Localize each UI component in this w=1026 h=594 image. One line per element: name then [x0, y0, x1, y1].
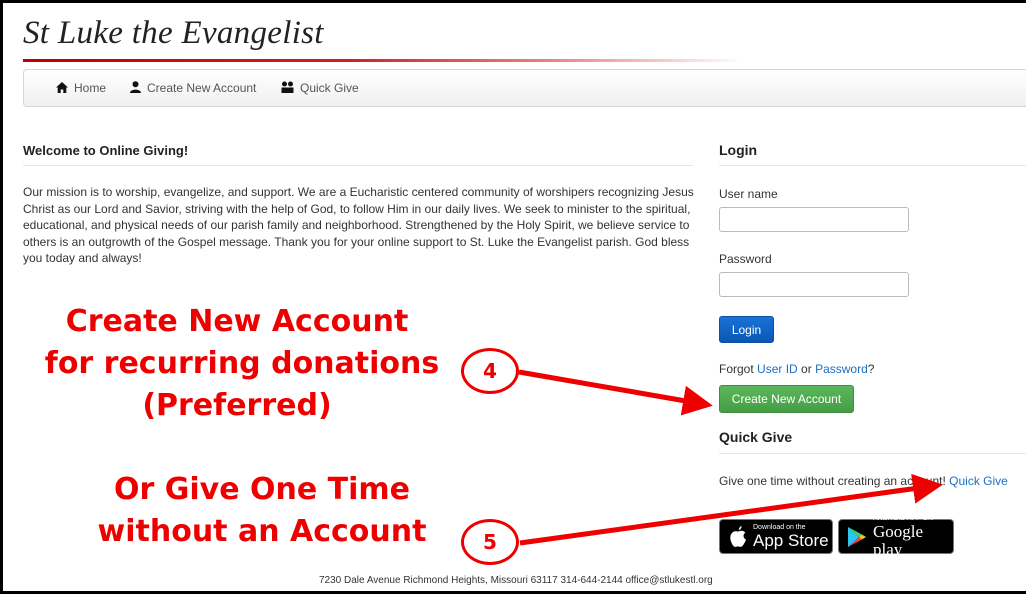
annotation-line: (Preferred) [142, 388, 332, 423]
arrow-step5 [519, 473, 943, 546]
annotation-line: Create New Account [65, 304, 409, 339]
page-frame: St Luke the Evangelist Home Create New A… [0, 0, 1026, 594]
step-5-badge: 5 [461, 519, 519, 565]
annotation-line: for recurring donations [44, 346, 440, 381]
arrow-step4 [518, 369, 713, 416]
annotation-create-account: Create New Account for recurring donatio… [33, 301, 441, 427]
annotation-line: Or Give One Time [113, 472, 410, 507]
step-4-badge: 4 [461, 348, 519, 394]
annotation-line: without an Account [97, 514, 427, 549]
annotation-one-time: Or Give One Time without an Account [73, 469, 481, 553]
